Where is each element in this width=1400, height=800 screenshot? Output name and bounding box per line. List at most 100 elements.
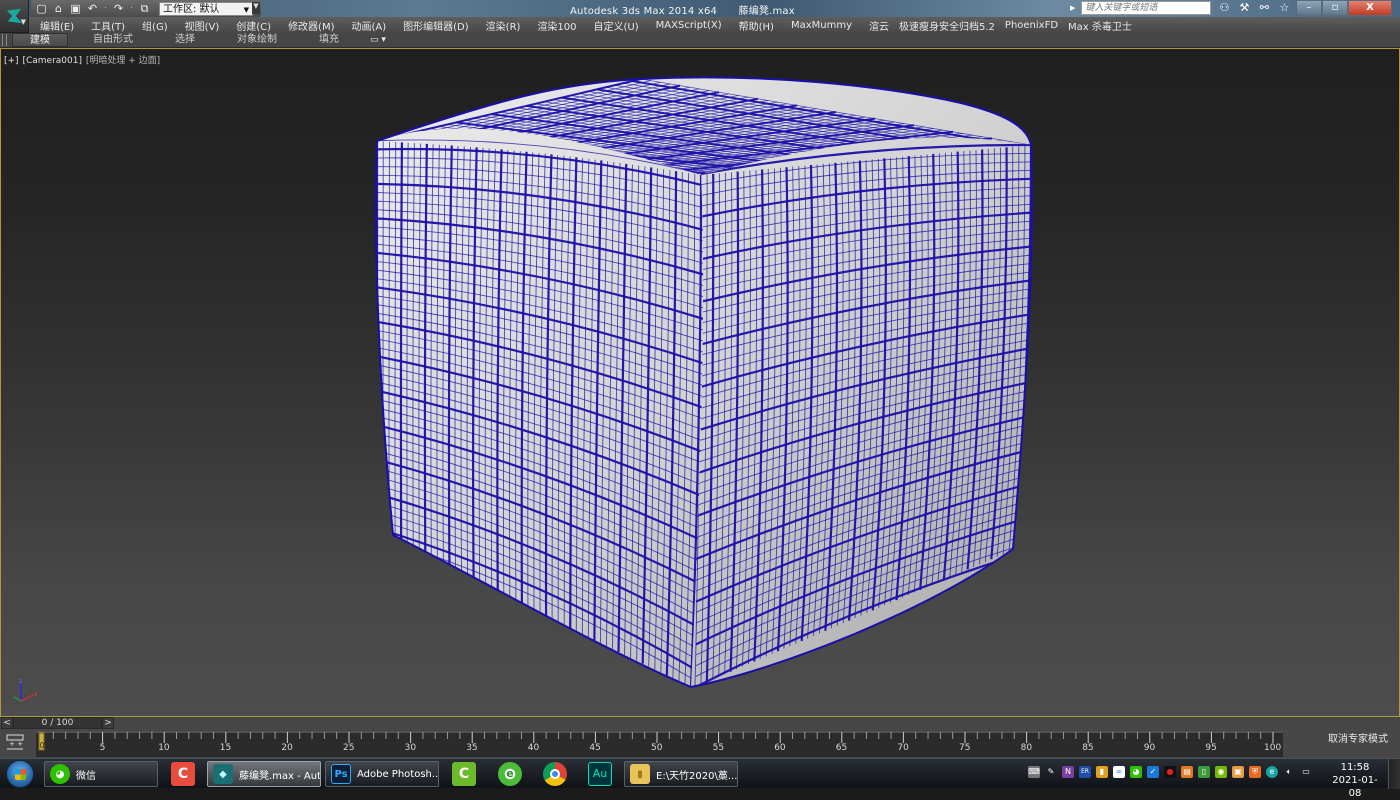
input-method-icon[interactable]: ER — [1079, 766, 1091, 778]
media-icon[interactable]: ▣ — [1232, 766, 1244, 778]
close-button[interactable]: X — [1348, 0, 1392, 16]
menu-archive-tool[interactable]: 极速瘦身安全归档5.2 — [899, 18, 1003, 33]
undo-dropdown-icon[interactable]: · — [103, 2, 108, 15]
ruler-tick-label: 60 — [774, 743, 786, 753]
menu-maxmummy[interactable]: MaxMummy — [791, 20, 860, 31]
viewport-camera-label[interactable]: [Camera001] — [22, 56, 82, 66]
timeline-ruler[interactable]: 5101520253035404550556065707580859095100… — [36, 731, 1283, 757]
usb-icon[interactable]: ▮ — [1096, 766, 1108, 778]
pen-icon[interactable]: ✎ — [1045, 766, 1057, 778]
tab-modeling[interactable]: 建模 — [12, 33, 68, 47]
menu-edit[interactable]: 编辑(E) — [40, 18, 82, 33]
tab-populate[interactable]: 填充 — [302, 33, 356, 47]
maximize-button[interactable]: ▫ — [1322, 0, 1348, 16]
app-check-icon[interactable]: ✓ — [1147, 766, 1159, 778]
menu-xuanyun[interactable]: 渲云 — [869, 18, 897, 33]
prev-frame-button[interactable]: < — [1, 717, 13, 729]
star-icon[interactable]: ☆ — [1277, 1, 1291, 15]
search-input[interactable]: 键入关键字或短语 — [1081, 1, 1211, 15]
chrome-icon[interactable] — [543, 762, 567, 786]
menu-graph-editors[interactable]: 图形编辑器(D) — [403, 18, 477, 33]
folder-icon: ▮ — [630, 764, 650, 784]
show-desktop-button[interactable] — [1388, 759, 1400, 789]
time-slider-track[interactable] — [115, 717, 1400, 729]
workspace-select[interactable]: 工作区: 默认 ▼ — [159, 2, 253, 16]
audition-icon[interactable]: Au — [588, 762, 612, 786]
next-frame-button[interactable]: > — [102, 717, 114, 729]
save-icon[interactable]: ▣ — [69, 2, 82, 15]
ruler-tick-label: 65 — [836, 743, 847, 753]
axis-tripod-icon: z x — [11, 677, 41, 707]
menu-views[interactable]: 视图(V) — [185, 18, 228, 33]
window-title: Autodesk 3ds Max 2014 x64 藤编凳.max — [570, 2, 795, 17]
menu-create[interactable]: 创建(C) — [236, 18, 279, 33]
shield-icon[interactable]: ⛨ — [1249, 766, 1261, 778]
tab-selection[interactable]: 选择 — [158, 33, 212, 47]
menu-rendering[interactable]: 渲染(R) — [486, 18, 529, 33]
taskbar-wechat[interactable]: ◕ 微信 — [44, 761, 158, 787]
customize-qat-icon[interactable]: ▼ — [252, 2, 260, 14]
expand-search-icon[interactable]: ▶ — [1070, 4, 1075, 12]
menu-animation[interactable]: 动画(A) — [352, 18, 395, 33]
menu-group[interactable]: 组(G) — [142, 18, 176, 33]
camtasia-green-icon[interactable]: C — [452, 762, 476, 786]
workspace-label: 工作区: 默认 — [163, 4, 220, 15]
viewport-shading-label[interactable]: [明暗处理 + 边面] — [86, 56, 160, 66]
camera-viewport[interactable]: [+] [Camera001] [明暗处理 + 边面] z x — [0, 48, 1400, 717]
application-button[interactable]: ▼ — [0, 0, 29, 32]
menu-help[interactable]: 帮助(H) — [739, 18, 782, 33]
start-button[interactable] — [6, 760, 34, 788]
qq-icon[interactable]: ● — [1164, 766, 1176, 778]
ribbon-options-dropdown[interactable]: ▭ ▾ — [370, 35, 386, 45]
network-icon[interactable]: ▭ — [1300, 766, 1312, 778]
ruler-tick-label: 35 — [466, 743, 477, 753]
wicker-stool-mesh[interactable] — [1, 49, 1400, 717]
notification-icon[interactable]: ▤ — [1181, 766, 1193, 778]
minimize-button[interactable]: – — [1296, 0, 1322, 16]
menu-tools[interactable]: 工具(T) — [91, 18, 133, 33]
system-clock[interactable]: 11:58 2021-01-08 — [1328, 761, 1382, 800]
keyboard-icon[interactable]: ⌨ — [1028, 766, 1040, 778]
menu-max-antivirus[interactable]: Max 杀毒卫士 — [1068, 18, 1140, 33]
baidu-netdisk-icon[interactable]: ∞ — [1113, 766, 1125, 778]
edge-e-icon[interactable]: e — [1266, 766, 1278, 778]
quick-access-toolbar: ▢ ⌂ ▣ ↶ · ↷ · ⧉ 工作区: 默认 ▼ — [31, 0, 261, 17]
menu-customize[interactable]: 自定义(U) — [594, 18, 647, 33]
app-title-text: Autodesk 3ds Max 2014 x64 — [570, 6, 717, 17]
taskbar-photoshop[interactable]: Ps Adobe Photosh... — [325, 761, 439, 787]
tab-object-paint[interactable]: 对象绘制 — [220, 33, 294, 47]
satellite-dish-icon[interactable]: ⚯ — [1257, 1, 1271, 15]
viewport-menu-plus[interactable]: [+] — [4, 56, 19, 66]
binoculars-icon[interactable]: ⚇ — [1217, 1, 1231, 15]
wechat-tray-icon[interactable]: ◕ — [1130, 766, 1142, 778]
menu-modifiers[interactable]: 修改器(M) — [288, 18, 342, 33]
tab-freeform[interactable]: 自由形式 — [76, 33, 150, 47]
camtasia-red-icon[interactable]: C — [171, 762, 195, 786]
browser-360-icon[interactable]: e — [498, 762, 522, 786]
redo-dropdown-icon[interactable]: · — [129, 2, 134, 15]
menu-maxscript[interactable]: MAXScript(X) — [656, 20, 730, 31]
usb-safe-remove-icon[interactable]: ▯ — [1198, 766, 1210, 778]
project-folder-icon[interactable]: ⧉ — [138, 2, 151, 15]
menu-phoenixfd[interactable]: PhoenixFD — [1005, 20, 1066, 31]
info-center: ▶ 键入关键字或短语 ⚇ ⚒ ⚯ ☆ ? ▾ — [1070, 1, 1329, 15]
taskbar-explorer[interactable]: ▮ E:\天竹2020\藁... — [624, 761, 738, 787]
curve-editor-mini-icon[interactable]: + + — [6, 734, 24, 750]
ribbon-grip-handle[interactable] — [2, 34, 7, 46]
wrench-icon[interactable]: ⚒ — [1237, 1, 1251, 15]
nvidia-icon[interactable]: ◉ — [1215, 766, 1227, 778]
new-file-icon[interactable]: ▢ — [35, 2, 48, 15]
3dsmax-icon: ◆ — [213, 764, 233, 784]
3dsmax-window: ▢ ⌂ ▣ ↶ · ↷ · ⧉ 工作区: 默认 ▼ ▼ Autodesk 3ds… — [0, 0, 1400, 758]
taskbar-3dsmax[interactable]: ◆ 藤编凳.max - Aut... — [207, 761, 321, 787]
open-file-icon[interactable]: ⌂ — [52, 2, 65, 15]
onenote-icon[interactable]: N — [1062, 766, 1074, 778]
volume-icon[interactable]: 🔈︎ — [1283, 766, 1295, 778]
current-frame-label: 0 — [40, 741, 45, 750]
undo-icon[interactable]: ↶ — [86, 2, 99, 15]
ruler-tick-label: 80 — [1021, 743, 1033, 753]
menu-render100[interactable]: 渲染100 — [537, 18, 584, 33]
time-slider-thumb[interactable]: 0 / 100 — [13, 717, 102, 729]
redo-icon[interactable]: ↷ — [112, 2, 125, 15]
cancel-expert-mode-button[interactable]: 取消专家模式 — [1312, 730, 1400, 758]
